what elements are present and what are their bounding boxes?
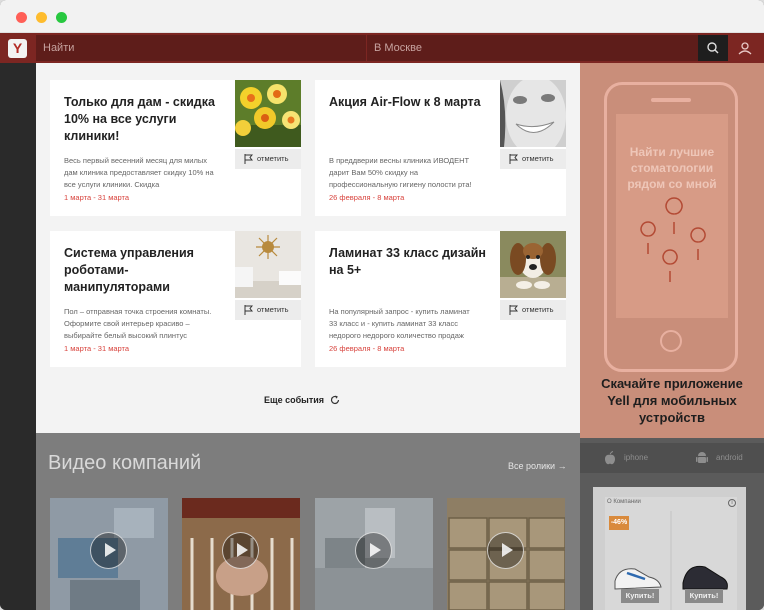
close-window-button[interactable]	[16, 12, 27, 23]
mark-button[interactable]: отметить	[500, 149, 566, 169]
play-icon[interactable]	[487, 532, 524, 569]
phone-speaker	[651, 98, 691, 102]
videos-section-title: Видео компаний	[48, 452, 202, 474]
mark-label: отметить	[257, 305, 289, 314]
refresh-icon[interactable]	[330, 395, 340, 405]
flag-icon	[244, 154, 253, 164]
event-title[interactable]: Акция Air-Flow к 8 марта	[329, 94, 499, 111]
location-input[interactable]: В Москве	[367, 35, 698, 61]
more-events-button[interactable]: Еще события	[264, 395, 324, 405]
search-icon	[707, 42, 719, 54]
mark-button[interactable]: отметить	[235, 149, 301, 169]
phone-home-button	[660, 330, 682, 352]
android-icon	[696, 452, 708, 463]
android-label: android	[716, 453, 743, 462]
event-date: 26 февраля - 8 марта	[329, 344, 405, 353]
iphone-label: iphone	[624, 453, 649, 462]
mark-label: отметить	[257, 154, 289, 163]
mark-button[interactable]: отметить	[235, 300, 301, 320]
browser-window: Y Найти В Москве Только для дам - скидка…	[0, 0, 764, 610]
user-icon	[738, 42, 752, 55]
discount-badge: -46%	[609, 516, 629, 530]
window-titlebar	[0, 0, 764, 33]
promo-caption: Скачайте приложение Yell для мобильных у…	[601, 376, 743, 425]
iphone-link[interactable]: iphone	[580, 443, 672, 473]
event-title[interactable]: Только для дам - скидка 10% на все услуг…	[64, 94, 234, 145]
events-panel: Только для дам - скидка 10% на все услуг…	[36, 63, 580, 433]
search-button[interactable]	[698, 35, 728, 61]
event-image-puppy[interactable]	[500, 231, 566, 298]
all-videos-link[interactable]: Все ролики →	[508, 461, 567, 471]
flag-icon	[509, 154, 518, 164]
play-icon[interactable]	[222, 532, 259, 569]
event-card[interactable]: Система управления роботами-манипулятора…	[50, 231, 301, 367]
flag-icon	[509, 305, 518, 315]
buy-button[interactable]: Купить!	[685, 589, 723, 603]
mark-label: отметить	[522, 305, 554, 314]
yell-logo[interactable]: Y	[8, 39, 27, 58]
search-input[interactable]: Найти	[36, 35, 366, 61]
event-date: 1 марта - 31 марта	[64, 344, 130, 353]
play-icon[interactable]	[355, 532, 392, 569]
app-store-links: iphone android	[580, 443, 764, 473]
event-card[interactable]: Акция Air-Flow к 8 марта В преддверии ве…	[315, 80, 566, 216]
promo-phone-text: Найти лучшие стоматологии рядом со мной	[627, 145, 717, 191]
event-card[interactable]: Ламинат 33 класс дизайн на 5+ На популяр…	[315, 231, 566, 367]
event-title[interactable]: Система управления роботами-манипулятора…	[64, 245, 234, 296]
event-description: Пол – отправная точка строения комнаты. …	[64, 307, 212, 340]
apple-icon	[605, 451, 615, 465]
video-thumbnail[interactable]	[447, 498, 565, 610]
site-header: Y Найти В Москве	[0, 33, 764, 63]
android-link[interactable]: android	[672, 443, 764, 473]
ad-label: О Компании	[607, 499, 641, 505]
play-icon[interactable]	[90, 532, 127, 569]
left-sidebar	[0, 63, 36, 610]
maximize-window-button[interactable]	[56, 12, 67, 23]
video-thumbnail[interactable]	[182, 498, 300, 610]
event-description: На популярный запрос - купить ламинат 33…	[329, 307, 470, 340]
flag-icon	[244, 305, 253, 315]
event-date: 1 марта - 31 марта	[64, 193, 130, 202]
user-button[interactable]	[734, 39, 756, 58]
buy-button[interactable]: Купить!	[621, 589, 659, 603]
event-description: В преддверии весны клиника ИВОДЕНТ дарит…	[329, 156, 472, 189]
event-image-interior[interactable]	[235, 231, 301, 298]
event-card[interactable]: Только для дам - скидка 10% на все услуг…	[50, 80, 301, 216]
info-icon[interactable]: i	[728, 499, 736, 507]
mark-button[interactable]: отметить	[500, 300, 566, 320]
mark-label: отметить	[522, 154, 554, 163]
event-title[interactable]: Ламинат 33 класс дизайн на 5+	[329, 245, 499, 279]
video-thumbnail[interactable]	[315, 498, 433, 610]
minimize-window-button[interactable]	[36, 12, 47, 23]
event-image-daffodils[interactable]	[235, 80, 301, 147]
event-image-smile[interactable]	[500, 80, 566, 147]
event-description: Весь первый весенний месяц для милых дам…	[64, 156, 214, 189]
video-thumbnail[interactable]	[50, 498, 168, 610]
event-date: 26 февраля - 8 марта	[329, 193, 405, 202]
